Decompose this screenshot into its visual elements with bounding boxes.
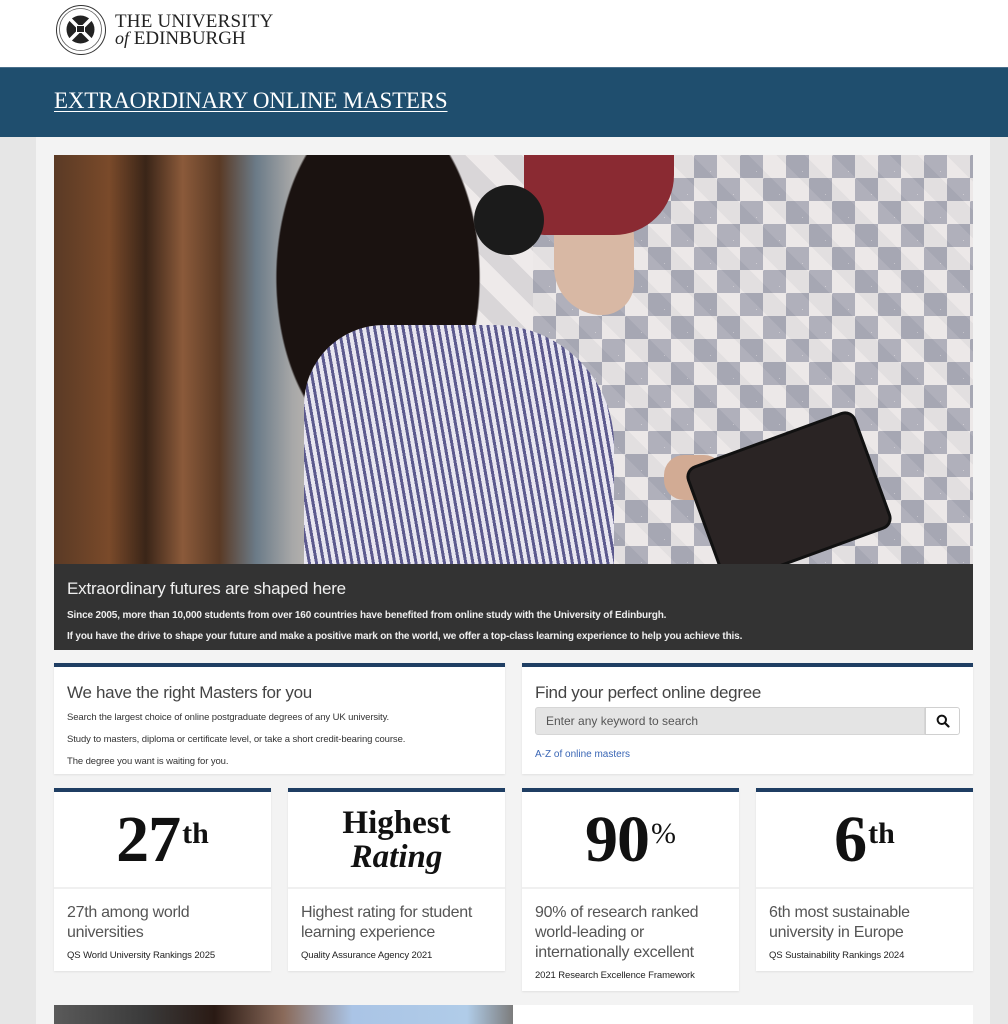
university-crest-icon — [56, 5, 106, 55]
stat-suffix: th — [182, 816, 209, 850]
logo-line-2: EDINBURGH — [133, 28, 246, 49]
stat-card-research[interactable]: 90% 90% of research ranked world-leading… — [522, 788, 739, 991]
stat-word-2: Rating — [350, 838, 443, 875]
search-card-heading: Find your perfect online degree — [535, 683, 762, 702]
stat-source: 2021 Research Excellence Framework — [535, 970, 695, 981]
banner-title-link[interactable]: EXTRAORDINARY ONLINE MASTERS — [54, 88, 448, 114]
stat-source: QS World University Rankings 2025 — [67, 950, 216, 961]
search-icon — [936, 714, 950, 728]
stat-big-number: 6 — [834, 802, 867, 876]
masters-card: We have the right Masters for you Search… — [54, 663, 505, 774]
stat-description: 27th among world universities — [67, 904, 190, 941]
degree-search-input[interactable] — [535, 707, 926, 735]
site-header: THE UNIVERSITY of EDINBURGH — [0, 0, 1008, 67]
masters-card-line: The degree you want is waiting for you. — [67, 756, 229, 767]
stat-card-highest-rating[interactable]: Highest Rating Highest rating for studen… — [288, 788, 505, 971]
hero-image — [54, 155, 973, 564]
university-logo[interactable]: THE UNIVERSITY of EDINBURGH — [56, 5, 273, 55]
stat-source: QS Sustainability Rankings 2024 — [769, 950, 905, 961]
stat-description: 90% of research ranked world-leading or … — [535, 904, 699, 961]
feature-panel — [513, 1005, 973, 1024]
stat-card-sustainability[interactable]: 6th 6th most sustainable university in E… — [756, 788, 973, 971]
student-figure — [224, 155, 674, 564]
headphones-graphic — [474, 185, 544, 255]
stat-big-number: 90 — [585, 802, 650, 876]
stat-big-number: 27 — [116, 802, 181, 876]
masters-card-line: Search the largest choice of online post… — [67, 712, 390, 723]
masters-card-heading: We have the right Masters for you — [67, 683, 312, 702]
stat-suffix: % — [651, 816, 676, 850]
search-card: Find your perfect online degree A-Z of o… — [522, 663, 973, 774]
masters-card-line: Study to masters, diploma or certificate… — [67, 734, 406, 745]
feature-image — [54, 1005, 513, 1024]
hero-caption-title: Extraordinary futures are shaped here — [67, 579, 346, 598]
logo-of: of — [115, 28, 130, 48]
stat-suffix: th — [868, 816, 895, 850]
stat-description: 6th most sustainable university in Europ… — [769, 904, 910, 941]
hero-caption: Extraordinary futures are shaped here Si… — [54, 564, 973, 650]
hero-caption-line-2: If you have the drive to shape your futu… — [67, 631, 743, 642]
search-button[interactable] — [925, 707, 960, 735]
stat-description: Highest rating for student learning expe… — [301, 904, 472, 941]
stat-word-1: Highest — [342, 804, 451, 841]
stat-card-world-ranking[interactable]: 27th 27th among world universities QS Wo… — [54, 788, 271, 971]
az-online-masters-link[interactable]: A-Z of online masters — [535, 749, 630, 760]
banner: EXTRAORDINARY ONLINE MASTERS — [0, 67, 1008, 137]
stat-source: Quality Assurance Agency 2021 — [301, 950, 433, 961]
search-form — [535, 707, 960, 735]
hero-caption-line-1: Since 2005, more than 10,000 students fr… — [67, 610, 667, 621]
hero-photo — [54, 155, 973, 564]
